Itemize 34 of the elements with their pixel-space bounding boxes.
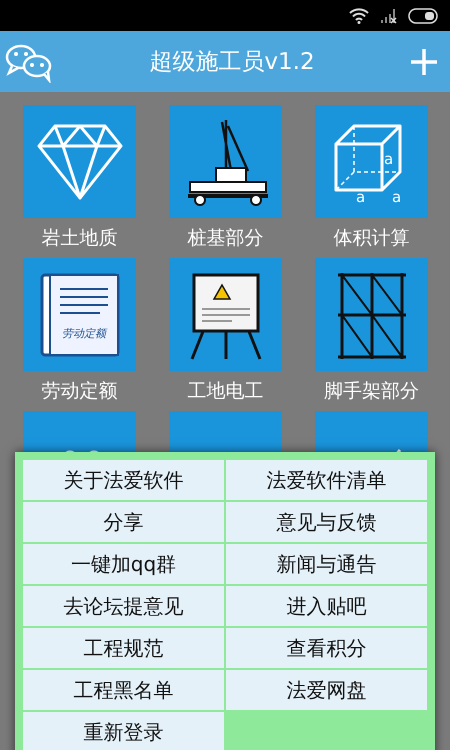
menu-item[interactable]: 分享: [23, 502, 224, 542]
menu-item[interactable]: 一键加qq群: [23, 544, 224, 584]
menu-item[interactable]: 新闻与通告: [226, 544, 427, 584]
signal-icon: [380, 7, 398, 24]
menu-item[interactable]: 重新登录: [23, 712, 224, 750]
menu-item[interactable]: 法爱网盘: [226, 670, 427, 710]
menu-tile[interactable]: [169, 258, 282, 371]
menu-tile[interactable]: [169, 105, 282, 218]
menu-item[interactable]: 法爱软件清单: [226, 460, 427, 500]
book-cover-text: 劳动定额: [62, 326, 106, 340]
tile-label: 岩土地质: [42, 226, 118, 251]
edge-label: a: [356, 188, 365, 204]
tile-label: 工地电工: [188, 379, 264, 404]
wifi-icon: [348, 7, 370, 24]
menu-item[interactable]: 去论坛提意见: [23, 586, 224, 626]
edge-label: a: [384, 150, 393, 168]
tile-label: 体积计算: [334, 226, 410, 251]
edge-label: a: [392, 188, 401, 204]
app-title: 超级施工员v1.2: [149, 48, 315, 77]
menu-tile[interactable]: [315, 258, 428, 371]
tile-label: 脚手架部分: [324, 379, 419, 404]
battery-icon: [408, 8, 440, 24]
menu-tile[interactable]: [23, 105, 136, 218]
menu-tile[interactable]: 劳动定额: [23, 258, 136, 371]
menu-item[interactable]: 工程规范: [23, 628, 224, 668]
add-icon[interactable]: [410, 48, 438, 76]
menu-item[interactable]: 关于法爱软件: [23, 460, 224, 500]
menu-item[interactable]: 进入贴吧: [226, 586, 427, 626]
tile-label: 桩基部分: [188, 226, 264, 251]
menu-item[interactable]: 意见与反馈: [226, 502, 427, 542]
menu-item[interactable]: 查看积分: [226, 628, 427, 668]
tile-label: 劳动定额: [42, 379, 118, 404]
diamond-icon: [34, 122, 124, 202]
menu-item[interactable]: 工程黑名单: [23, 670, 224, 710]
